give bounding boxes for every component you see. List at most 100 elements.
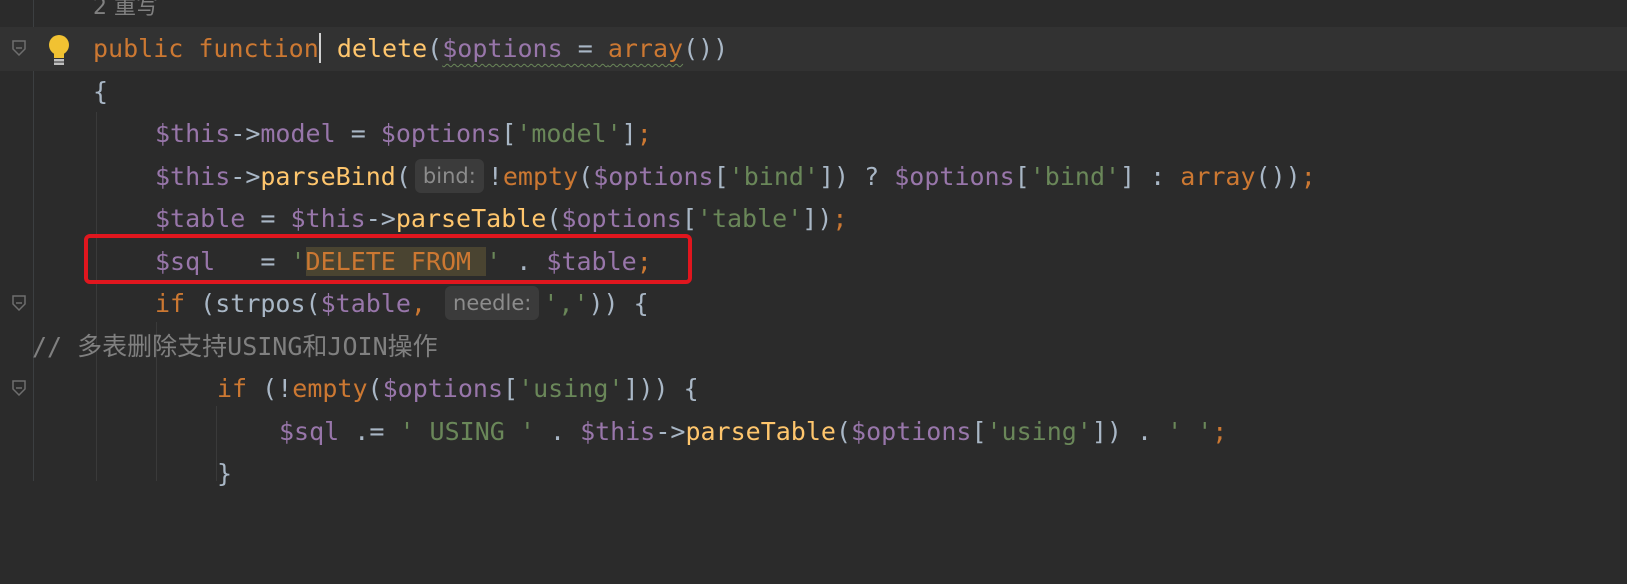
lightbulb-icon[interactable] (46, 33, 72, 65)
variable: $sql (279, 417, 340, 446)
red-annotation-box (84, 234, 692, 284)
punctuation: ( (578, 162, 594, 191)
keyword: public (93, 34, 184, 63)
punctuation: ( (427, 34, 443, 63)
punctuation: (! (247, 374, 293, 403)
variable: $this (290, 204, 366, 233)
string: ' USING ' (399, 417, 535, 446)
punctuation: [ (1014, 162, 1030, 191)
operator: = (562, 34, 608, 63)
parameter-hint: bind: (414, 159, 484, 193)
code-line-4[interactable]: $this->parseBind(bind: !empty($options['b… (0, 155, 1627, 199)
punctuation: [ (971, 417, 987, 446)
string: ',' (543, 289, 589, 318)
punctuation: ( (835, 417, 852, 446)
operator: -> (655, 417, 686, 446)
fold-collapse-icon[interactable] (12, 295, 26, 311)
code-line-inlay-author[interactable]: 2 重写 (0, 0, 1627, 30)
code-editor[interactable]: 2 重写 public function delete($options = a… (0, 0, 1627, 488)
variable: $this (155, 162, 231, 191)
code-line-3[interactable]: $this->model = $options['model']; (0, 112, 1627, 156)
keyword: function (198, 34, 319, 63)
punctuation: ()) (683, 34, 729, 63)
code-line-1[interactable]: public function delete($options = array(… (0, 27, 1627, 71)
function-name: parseBind (260, 162, 396, 191)
fold-collapse-icon[interactable] (12, 40, 26, 56)
operator: = (245, 204, 291, 233)
code-line-11[interactable]: } (0, 452, 1627, 496)
operator: .= (339, 417, 400, 446)
author-hint: 2 重写 (93, 0, 158, 20)
operator: . (534, 417, 581, 446)
string: 'bind' (1029, 162, 1121, 191)
keyword: if (155, 289, 186, 318)
punctuation: ( (546, 204, 562, 233)
code-line-10[interactable]: $sql .= ' USING ' . $this->parseTable($o… (0, 410, 1627, 454)
text-caret (318, 33, 321, 63)
operator: -> (230, 119, 261, 148)
semicolon: ; (1300, 162, 1316, 191)
punctuation: ]) (802, 204, 833, 233)
code-line-2[interactable]: { (0, 70, 1627, 114)
function-name: parseTable (685, 417, 836, 446)
punctuation: ( (395, 162, 411, 191)
parameter-hint: needle: (445, 286, 540, 320)
string: 'bind' (728, 162, 819, 191)
fold-collapse-icon[interactable] (12, 380, 26, 396)
brace: { (93, 77, 109, 106)
punctuation: ( (367, 374, 383, 403)
keyword: array (607, 34, 684, 63)
operator: -> (230, 162, 261, 191)
punctuation: ] : (1120, 162, 1181, 191)
code-line-8[interactable]: // 多表删除支持USING和JOIN操作 (0, 325, 1627, 369)
variable: $table (155, 204, 246, 233)
punctuation: ])) { (623, 374, 699, 403)
string: 'using' (986, 417, 1092, 446)
keyword: array (1180, 162, 1256, 191)
function-name: strpos (215, 289, 306, 318)
keyword: empty (292, 374, 368, 403)
operator: ! (487, 162, 503, 191)
semicolon: ; (636, 119, 652, 148)
operator: = (335, 119, 381, 148)
semicolon: ; (832, 204, 848, 233)
variable: $options (561, 204, 682, 233)
parameter: $options (442, 34, 563, 63)
code-line-9[interactable]: if (!empty($options['using'])) { (0, 367, 1627, 411)
punctuation: ] (621, 119, 637, 148)
variable: $options (382, 374, 504, 403)
variable: $this (155, 119, 231, 148)
comma: , (410, 289, 426, 318)
string: 'model' (516, 119, 622, 148)
variable: $table (320, 289, 411, 318)
variable: $options (593, 162, 714, 191)
string: 'table' (696, 204, 803, 233)
comment: // 多表删除支持USING和JOIN操作 (32, 332, 438, 361)
code-line-7[interactable]: if (strpos($table, needle: ',')) { (0, 282, 1627, 326)
keyword: if (217, 374, 248, 403)
string: ' ' (1167, 417, 1213, 446)
punctuation: [ (713, 162, 729, 191)
punctuation: )) { (588, 289, 649, 318)
variable: $options (380, 119, 502, 148)
punctuation: [ (501, 119, 517, 148)
variable: $options (851, 417, 972, 446)
string: 'using' (518, 374, 624, 403)
operator: . (1121, 417, 1168, 446)
variable: $options (894, 162, 1015, 191)
property: model (260, 119, 336, 148)
operator: -> (365, 204, 396, 233)
variable: $this (580, 417, 656, 446)
punctuation: ]) ? (818, 162, 895, 191)
punctuation: ( (185, 289, 216, 318)
punctuation: ()) (1255, 162, 1301, 191)
punctuation: ]) (1091, 417, 1122, 446)
brace: } (217, 459, 233, 488)
punctuation: ( (305, 289, 321, 318)
punctuation: [ (503, 374, 519, 403)
semicolon: ; (1212, 417, 1228, 446)
function-name: parseTable (395, 204, 547, 233)
punctuation: [ (681, 204, 697, 233)
keyword: empty (502, 162, 579, 191)
function-name: delete (336, 34, 428, 63)
